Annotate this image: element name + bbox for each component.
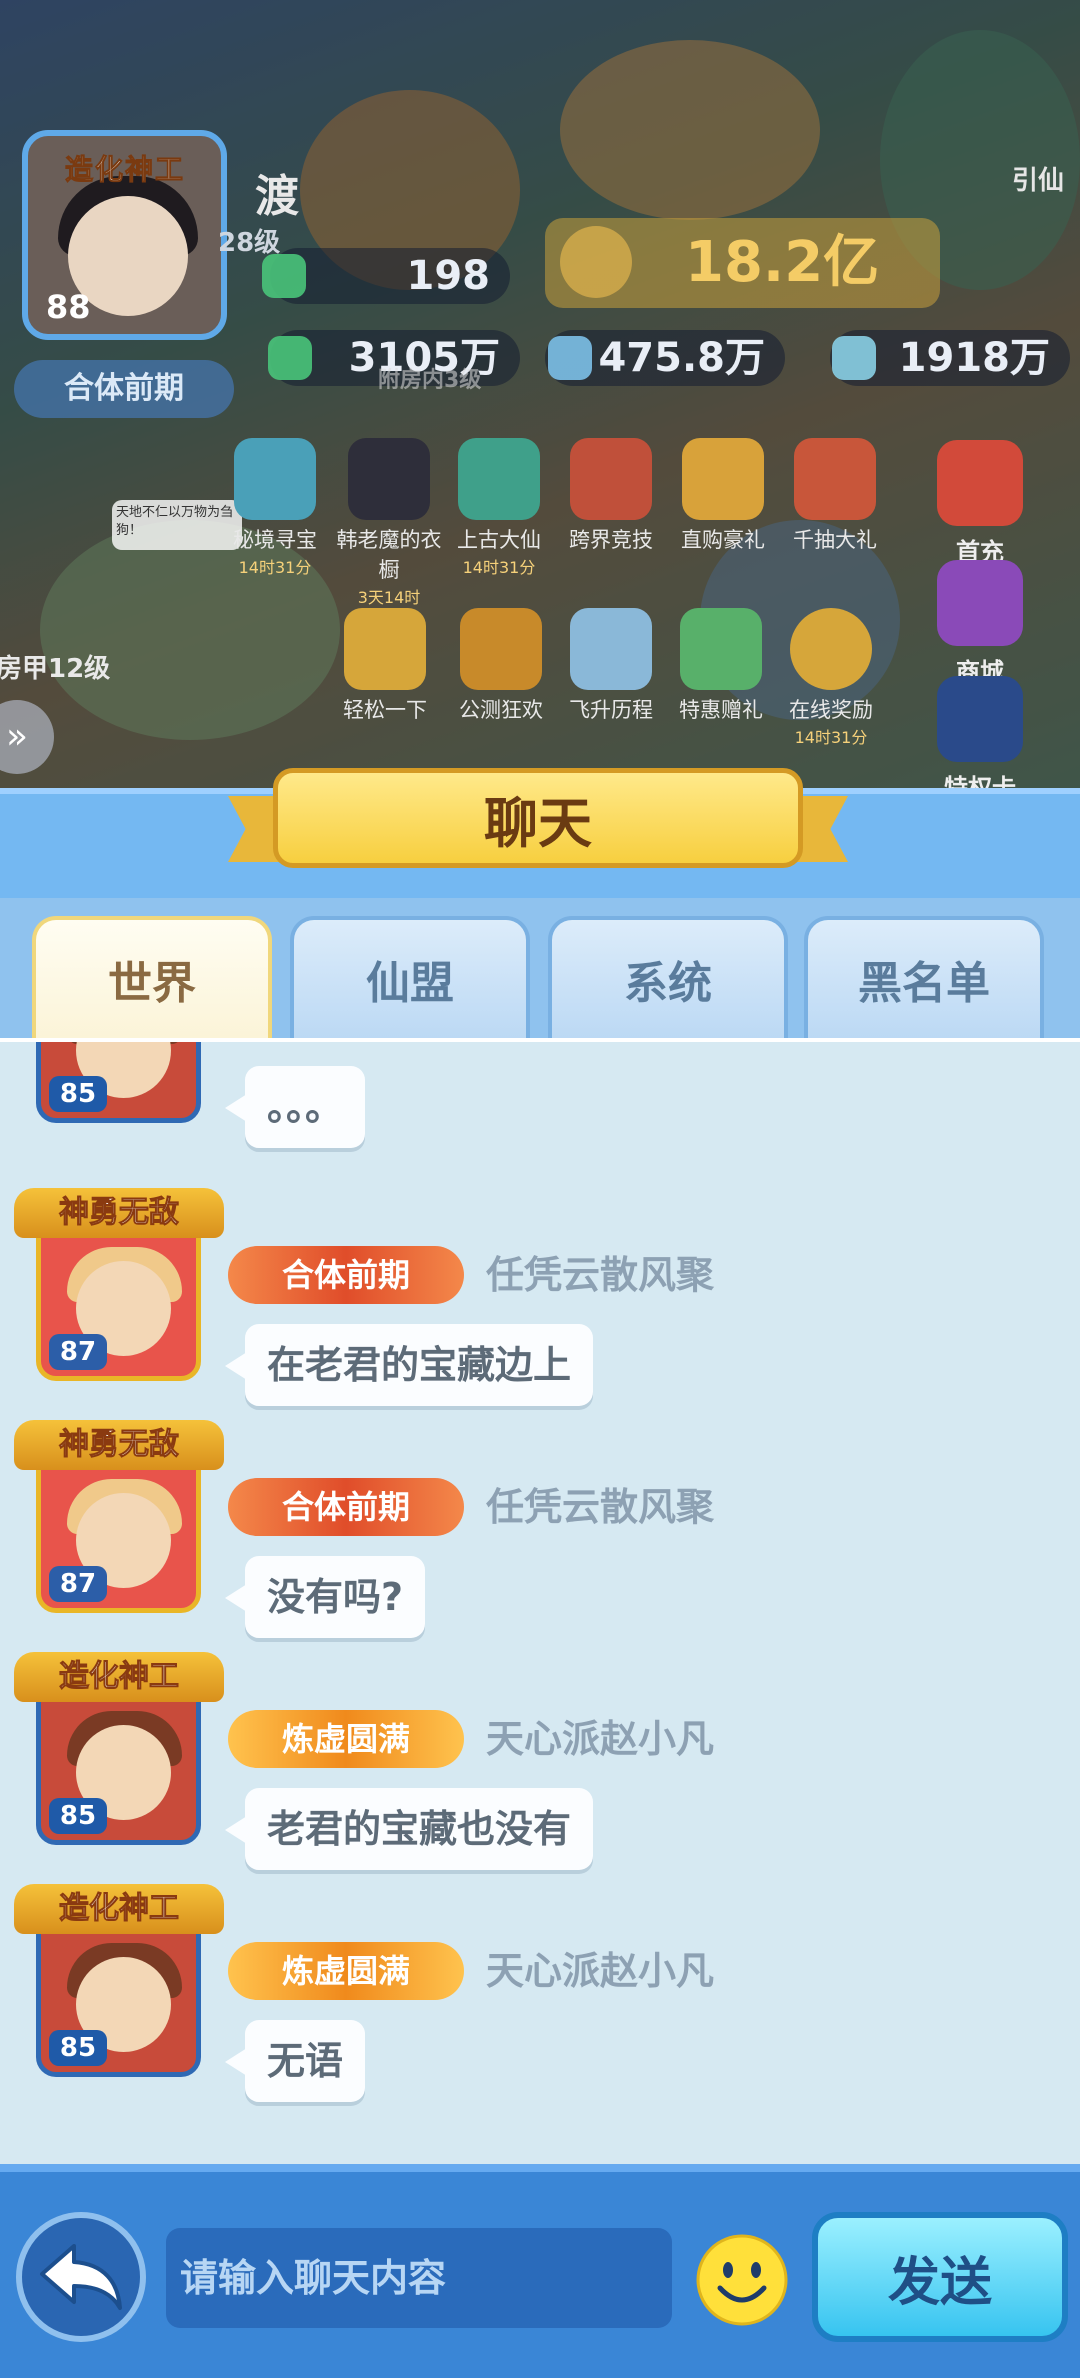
activity-launch-party[interactable]: 公测狂欢 <box>446 608 556 724</box>
fan-icon <box>832 336 876 380</box>
crossed-swords-icon <box>570 438 652 520</box>
tab-system[interactable]: 系统 <box>548 916 788 1038</box>
tab-alliance[interactable]: 仙盟 <box>290 916 530 1038</box>
smiley-icon <box>696 2234 788 2326</box>
sender-name[interactable]: 天心派赵小凡 <box>486 1710 714 1768</box>
sender-name[interactable]: 任凭云散风聚 <box>486 1478 714 1536</box>
avatar-title: 神勇无敌 <box>14 1420 224 1470</box>
sender-avatar[interactable]: 87 <box>36 1448 201 1613</box>
activity-special-gift[interactable]: 特惠赠礼 <box>666 608 776 724</box>
shop-button[interactable]: 商城 <box>920 560 1040 687</box>
clock-icon <box>790 608 872 690</box>
avatar-title: 造化神工 <box>14 1652 224 1702</box>
sender-avatar[interactable]: 85 <box>36 1042 201 1123</box>
activity-secret-treasure[interactable]: 秘境寻宝 14时31分 <box>220 438 330 578</box>
chat-message: 85 造化神工 炼虚圆满 天心派赵小凡 老君的宝藏也没有 <box>0 1652 1080 1912</box>
player-name: 渡 <box>255 171 299 222</box>
rank-badge-fragment <box>244 1038 444 1042</box>
crystal-icon <box>548 336 592 380</box>
side-label: 引仙 <box>1012 166 1065 196</box>
faded-label: 附房内3级 <box>378 368 482 393</box>
rank-badge: 合体前期 <box>228 1246 464 1304</box>
message-bubble[interactable]: 没有吗? <box>224 1556 426 1638</box>
gift-box-icon <box>794 438 876 520</box>
crown-icon <box>682 438 764 520</box>
armor-label: 房甲12级 <box>0 654 111 684</box>
crystal-icon <box>234 438 316 520</box>
message-bubble[interactable]: 在老君的宝藏边上 <box>224 1324 594 1406</box>
message-bubble[interactable]: 无语 <box>224 2020 366 2102</box>
mountain-icon <box>570 608 652 690</box>
chest-icon <box>937 440 1023 526</box>
message-bubble[interactable]: 。。。 <box>224 1066 366 1148</box>
sender-avatar[interactable]: 87 <box>36 1216 201 1381</box>
activity-online-reward[interactable]: 在线奖励 14时31分 <box>776 608 886 748</box>
message-list[interactable]: 85 。。。 87 神勇无敌 合体前期 任凭云散风聚 在老君的宝藏边上 87 神… <box>0 1038 1080 2164</box>
mask-icon <box>458 438 540 520</box>
character-icon <box>348 438 430 520</box>
player-avatar-level: 88 <box>46 288 91 326</box>
activity-relax[interactable]: 轻松一下 <box>330 608 440 724</box>
gem-counter[interactable]: 198 <box>270 248 510 304</box>
chat-tabs: 世界 仙盟 系统 黑名单 <box>0 898 1080 1038</box>
chat-input[interactable] <box>166 2228 672 2328</box>
sender-name[interactable]: 任凭云散风聚 <box>486 1246 714 1304</box>
gem-icon <box>262 254 306 298</box>
activity-cross-server[interactable]: 跨界竞技 <box>556 438 666 554</box>
emoji-button[interactable] <box>694 2232 790 2328</box>
tab-blacklist[interactable]: 黑名单 <box>804 916 1044 1038</box>
sword-icon <box>560 226 632 298</box>
activity-ancient-immortal[interactable]: 上古大仙 14时31分 <box>444 438 554 578</box>
activity-direct-purchase[interactable]: 直购豪礼 <box>668 438 778 554</box>
tab-world[interactable]: 世界 <box>32 916 272 1038</box>
rank-badge: 合体前期 <box>228 1478 464 1536</box>
chat-message: 87 神勇无敌 合体前期 任凭云散风聚 在老君的宝藏边上 <box>0 1188 1080 1448</box>
rank-badge: 炼虚圆满 <box>228 1942 464 2000</box>
chat-title-ribbon: 聊天 <box>228 768 848 876</box>
gift-icon <box>680 608 762 690</box>
avatar-title: 神勇无敌 <box>14 1188 224 1238</box>
treasure-chest-icon <box>460 608 542 690</box>
jade-icon <box>268 336 312 380</box>
star-card-icon <box>937 676 1023 762</box>
activity-thousand-draw[interactable]: 千抽大礼 <box>780 438 890 554</box>
back-button[interactable] <box>16 2212 146 2342</box>
message-bubble[interactable]: 老君的宝藏也没有 <box>224 1788 594 1870</box>
back-arrow-icon <box>40 2244 122 2310</box>
activity-wardrobe[interactable]: 韩老魔的衣橱 3天14时 <box>334 438 444 608</box>
player-avatar-title: 造化神工 <box>64 153 185 187</box>
sender-avatar[interactable]: 85 <box>36 1912 201 2077</box>
gamepad-icon <box>344 608 426 690</box>
first-recharge-button[interactable]: 首充 <box>920 440 1040 567</box>
chat-message: 85 。。。 <box>0 1038 1080 1190</box>
gift-box-icon <box>937 560 1023 646</box>
privilege-card-button[interactable]: 特权卡 <box>920 676 1040 790</box>
chat-title: 聊天 <box>273 768 803 868</box>
realm-label: 合体前期 <box>14 360 234 418</box>
chat-message: 87 神勇无敌 合体前期 任凭云散风聚 没有吗? <box>0 1420 1080 1680</box>
sender-name[interactable]: 天心派赵小凡 <box>486 1942 714 2000</box>
avatar-title: 造化神工 <box>14 1884 224 1934</box>
sender-avatar[interactable]: 85 <box>36 1680 201 1845</box>
chat-message: 85 造化神工 炼虚圆满 天心派赵小凡 无语 <box>0 1884 1080 2144</box>
game-background: 88 造化神工 渡 28级 合体前期 198 18.2亿 3105万 475.8… <box>0 0 1080 790</box>
send-button[interactable]: 发送 <box>812 2212 1068 2342</box>
activity-ascension[interactable]: 飞升历程 <box>556 608 666 724</box>
rank-badge: 炼虚圆满 <box>228 1710 464 1768</box>
chat-input-bar: 发送 <box>0 2164 1080 2378</box>
